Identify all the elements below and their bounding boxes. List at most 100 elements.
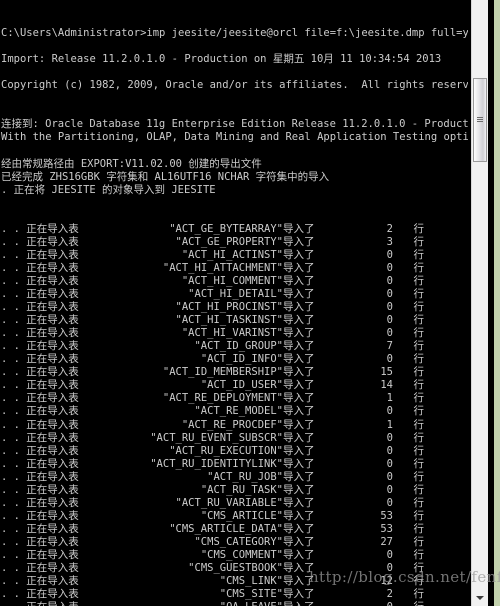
import-row-unit: 行 [413,261,425,274]
import-row-imported-label: 导入了 [283,353,315,366]
import-row: . . 正在导入表 "CMS_GUESTBOOK" 导入了 0 行 [1,562,468,575]
import-row-imported-label: 导入了 [283,575,315,588]
import-row-table-name: "ACT_RU_IDENTITYLINK" [150,457,283,470]
import-row-table-name: "CMS_COMMENT" [200,548,283,561]
command-prompt-window[interactable]: C:\Users\Administrator>imp jeesite/jeesi… [0,0,494,606]
import-row-count: 0 [386,483,393,496]
import-row: . . 正在导入表 "ACT_GE_PROPERTY" 导入了 3 行 [1,236,468,249]
chevron-down-icon [476,595,484,600]
page-right-gutter [494,0,500,606]
import-row-imported-label: 导入了 [283,261,315,274]
import-row-table-name: "ACT_RE_PROCDEF" [181,418,283,431]
import-row-table-name: "ACT_RU_EXECUTION" [169,444,283,457]
import-row-count: 3 [386,235,393,248]
import-row-table-name: "ACT_RU_TASK" [200,483,283,496]
import-row-prefix: . . 正在导入表 [1,235,79,248]
import-row-imported-label: 导入了 [283,562,315,575]
import-row-count: 1 [386,418,393,431]
import-row-unit: 行 [413,288,425,301]
import-row: . . 正在导入表 "ACT_RU_EXECUTION" 导入了 0 行 [1,445,468,458]
import-row: . . 正在导入表 "ACT_RU_TASK" 导入了 0 行 [1,484,468,497]
import-row-unit: 行 [413,248,425,261]
import-row-prefix: . . 正在导入表 [1,483,79,496]
import-row-unit: 行 [413,274,425,287]
import-row-table-name: "ACT_ID_MEMBERSHIP" [162,366,283,379]
import-row: . . 正在导入表 "ACT_GE_BYTEARRAY" 导入了 2 行 [1,223,468,236]
import-row-table-name: "CMS_SITE" [219,588,283,601]
import-row-prefix: . . 正在导入表 [1,379,79,392]
import-row-imported-label: 导入了 [283,340,315,353]
import-row: . . 正在导入表"OA_LEAVE"导入了0行 [1,601,468,606]
vertical-scrollbar[interactable] [471,0,488,606]
import-row-prefix: . . 正在导入表 [1,222,79,235]
import-row-table-name: "ACT_ID_INFO" [200,353,283,366]
import-row-prefix: . . 正在导入表 [1,248,79,261]
import-row-table-name: "ACT_ID_GROUP" [194,340,283,353]
import-row-table-name: "CMS_GUESTBOOK" [188,562,283,575]
import-row-prefix: . . 正在导入表 [1,496,79,509]
console-import-rows: . . 正在导入表 "ACT_GE_BYTEARRAY" 导入了 2 行. . 正在导入… [1,223,468,606]
console-line: 已经完成 ZHS16GBK 字符集和 AL16UTF16 NCHAR 字符集中的… [1,170,330,183]
scrollbar-thumb[interactable] [473,78,487,162]
import-row-count: 0 [386,288,393,301]
import-row-table-name: "ACT_RU_JOB" [207,470,283,483]
import-row: . . 正在导入表 "ACT_HI_PROCINST" 导入了 0 行 [1,301,468,314]
import-row-count: 0 [386,548,393,561]
import-row-prefix: . . 正在导入表 [1,261,79,274]
scroll-up-button[interactable] [472,0,488,16]
console-line: 经由常规路径由 EXPORT:V11.02.00 创建的导出文件 [1,157,262,170]
import-row-table-name: "ACT_HI_PROCINST" [175,301,283,314]
import-row-count: 0 [386,301,393,314]
import-row: . . 正在导入表 "CMS_ARTICLE" 导入了 53 行 [1,510,468,523]
import-row: . . 正在导入表 "ACT_HI_COMMENT" 导入了 0 行 [1,275,468,288]
import-row-count: 0 [386,405,393,418]
scrollbar-grip-icon [477,117,483,123]
import-row-unit: 行 [393,601,425,606]
import-row-imported-label: 导入了 [283,314,315,327]
import-row-table-name: "CMS_ARTICLE_DATA" [169,522,283,535]
import-row-table-name: "ACT_HI_VARINST" [181,327,283,340]
import-row-prefix: . . 正在导入表 [1,509,79,522]
import-row-prefix: . . 正在导入表 [1,601,131,606]
import-row-unit: 行 [413,509,425,522]
import-row: . . 正在导入表 "ACT_ID_USER" 导入了 14 行 [1,379,468,392]
import-row-count: 15 [380,366,393,379]
import-row-prefix: . . 正在导入表 [1,522,79,535]
import-row: . . 正在导入表 "CMS_ARTICLE_DATA" 导入了 53 行 [1,523,468,536]
import-row-unit: 行 [413,444,425,457]
import-row: . . 正在导入表 "ACT_RU_IDENTITYLINK" 导入了 0 行 [1,458,468,471]
import-row: . . 正在导入表 "ACT_RE_PROCDEF" 导入了 1 行 [1,419,468,432]
import-row: . . 正在导入表 "ACT_RE_MODEL" 导入了 0 行 [1,405,468,418]
import-row-imported-label: 导入了 [283,431,315,444]
console-line: With the Partitioning, OLAP, Data Mining… [1,131,468,144]
import-row-count: 7 [386,340,393,353]
import-row-count: 0 [386,457,393,470]
import-row: . . 正在导入表 "ACT_RU_EVENT_SUBSCR" 导入了 0 行 [1,432,468,445]
import-row-prefix: . . 正在导入表 [1,588,79,601]
import-row-unit: 行 [413,301,425,314]
scroll-down-button[interactable] [472,589,488,606]
import-row-imported-label: 导入了 [283,248,315,261]
import-row-table-name: "ACT_HI_ACTINST" [181,248,283,261]
import-row-unit: 行 [413,379,425,392]
import-row-count: 0 [386,444,393,457]
console-line: 连接到: Oracle Database 11g Enterprise Edit… [1,118,468,131]
import-row-imported-label: 导入了 [283,601,345,606]
import-row-unit: 行 [413,522,425,535]
import-row-imported-label: 导入了 [283,379,315,392]
import-row-count: 0 [386,261,393,274]
import-row-imported-label: 导入了 [283,588,315,601]
import-row: . . 正在导入表 "ACT_HI_DETAIL" 导入了 0 行 [1,288,468,301]
import-row: . . 正在导入表 "ACT_HI_ATTACHMENT" 导入了 0 行 [1,262,468,275]
import-row-imported-label: 导入了 [283,274,315,287]
import-row-unit: 行 [413,340,425,353]
import-row-prefix: . . 正在导入表 [1,327,79,340]
import-row-count: 0 [386,353,393,366]
import-row-imported-label: 导入了 [283,327,315,340]
import-row-count: 0 [386,274,393,287]
import-row-prefix: . . 正在导入表 [1,392,79,405]
import-row: . . 正在导入表 "ACT_HI_ACTINST" 导入了 0 行 [1,249,468,262]
console-output-area[interactable]: C:\Users\Administrator>imp jeesite/jeesi… [0,0,468,606]
